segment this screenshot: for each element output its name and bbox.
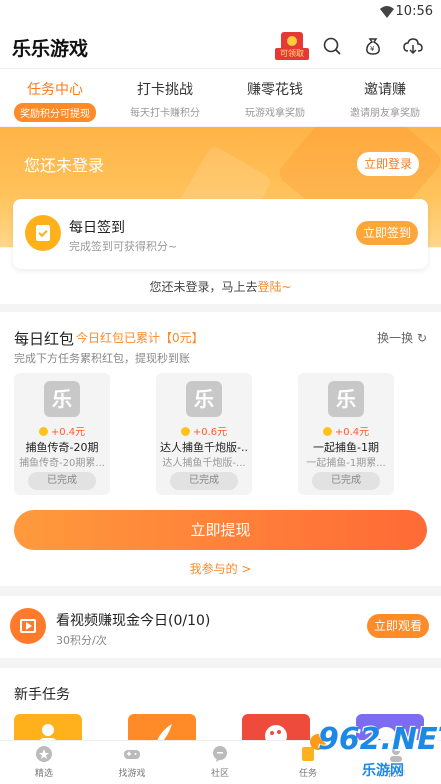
- tab-task-center[interactable]: 任务中心 奖励积分可提现: [0, 79, 110, 122]
- tab-sub-label: 邀请朋友拿奖励: [350, 108, 420, 119]
- section-title: 每日红包: [14, 330, 75, 348]
- coin-icon: [322, 427, 332, 436]
- nav-item-featured[interactable]: 精选: [0, 745, 88, 779]
- reward-label: +0.4元: [334, 427, 370, 438]
- app-bar: 乐乐游戏 可领取 ¥: [0, 24, 441, 68]
- game-task-card[interactable]: 乐 +0.6元 达人捕鱼千炮版-... 达人捕鱼千炮版-... 已完成: [156, 373, 252, 495]
- signin-title: 每日签到: [69, 220, 125, 236]
- refresh-icon: ↻: [416, 331, 427, 345]
- tab-sub-label: 玩游戏拿奖励: [245, 108, 305, 119]
- login-hint-text: 您还未登录，马上去: [149, 280, 258, 294]
- watermark-subtext: 乐游网: [362, 763, 404, 779]
- status-badge: 已完成: [170, 472, 238, 490]
- download-button[interactable]: [399, 32, 427, 60]
- game-subtitle: 一起捕鱼-1期累...: [306, 458, 386, 469]
- video-task-row: 看视频赚现金今日(0/10) 30积分/次 立即观看: [0, 596, 441, 658]
- tab-label: 任务中心: [27, 82, 83, 98]
- redpack-tag: 可领取: [275, 48, 309, 60]
- game-subtitle: 捕鱼传奇-20期累...: [19, 458, 105, 469]
- status-time: 10:56: [395, 4, 433, 19]
- nav-item-find-games[interactable]: 找游戏: [88, 745, 176, 779]
- signin-subtitle: 完成签到可获得积分~: [69, 240, 178, 253]
- reward-amount: +0.4元: [14, 423, 110, 438]
- redpack-button[interactable]: 可领取: [275, 30, 309, 62]
- watermark-text: 962.NET: [318, 722, 441, 757]
- not-logged-in-text: 您还未登录: [24, 156, 105, 175]
- game-logo-icon: 乐: [328, 381, 364, 417]
- daily-signin-card: 每日签到 完成签到可获得积分~ 立即签到: [13, 199, 428, 269]
- refresh-label: 换一换: [377, 331, 414, 345]
- reward-label: +0.4元: [50, 427, 86, 438]
- task-tabs: 任务中心 奖励积分可提现 打卡挑战 每天打卡赚积分 赚零花钱 玩游戏拿奖励 邀请…: [0, 68, 441, 126]
- my-participation-link[interactable]: 我参与的 >: [0, 560, 441, 577]
- daily-redpack-section: 每日红包 今日红包已累计【0元】 换一换 ↻ 完成下方任务累积红包，提现秒到账 …: [0, 312, 441, 586]
- tab-invite[interactable]: 邀请赚 邀请朋友拿奖励: [330, 79, 440, 119]
- search-icon: [323, 37, 341, 55]
- game-logo-icon: 乐: [186, 381, 222, 417]
- status-badge: 已完成: [28, 472, 96, 490]
- login-hint: 您还未登录，马上去登陆~: [0, 278, 441, 295]
- game-logo-icon: 乐: [44, 381, 80, 417]
- money-bag-icon: ¥: [366, 38, 380, 55]
- status-badge: 已完成: [312, 472, 380, 490]
- tab-pocket-money[interactable]: 赚零花钱 玩游戏拿奖励: [220, 79, 330, 119]
- section-title: 新手任务: [14, 687, 70, 703]
- chat-bubble-icon: [213, 746, 227, 762]
- nav-item-community[interactable]: 社区: [176, 745, 264, 779]
- login-link[interactable]: 登陆~: [257, 280, 291, 294]
- game-subtitle: 达人捕鱼千炮版-...: [162, 458, 246, 469]
- tab-sub-label: 奖励积分可提现: [14, 103, 96, 122]
- site-watermark: 962.NET 乐游网: [304, 720, 441, 782]
- nav-label: 社区: [210, 769, 229, 779]
- gamepad-icon: [124, 750, 140, 759]
- nav-label: 找游戏: [118, 769, 146, 779]
- cloud-download-icon: [403, 38, 423, 55]
- game-name: 达人捕鱼千炮版-...: [160, 441, 248, 454]
- money-bag-button[interactable]: ¥: [359, 32, 387, 60]
- game-name: 捕鱼传奇-20期: [25, 441, 99, 454]
- section-description: 完成下方任务累积红包，提现秒到账: [14, 352, 190, 365]
- tab-label: 打卡挑战: [137, 82, 193, 98]
- coin-icon: [38, 427, 48, 436]
- video-task-subtitle: 30积分/次: [56, 634, 107, 647]
- watch-now-button[interactable]: 立即观看: [367, 614, 429, 638]
- tab-sub-label: 每天打卡赚积分: [130, 108, 200, 119]
- app-title: 乐乐游戏: [12, 38, 89, 60]
- video-task-title: 看视频赚现金今日(0/10): [56, 613, 211, 629]
- star-badge-icon: [36, 746, 52, 762]
- redpack-total: 今日红包已累计【0元】: [76, 331, 204, 345]
- status-bar: 10:56: [0, 0, 441, 24]
- reward-label: +0.6元: [192, 427, 228, 438]
- coin-icon: [180, 427, 190, 436]
- nav-label: 精选: [34, 769, 53, 779]
- game-name: 一起捕鱼-1期: [313, 441, 379, 454]
- reward-amount: +0.4元: [298, 423, 394, 438]
- svg-text:¥: ¥: [370, 45, 375, 53]
- search-button[interactable]: [318, 32, 346, 60]
- withdraw-button[interactable]: 立即提现: [14, 510, 427, 550]
- login-button[interactable]: 立即登录: [357, 152, 419, 176]
- tab-checkin-challenge[interactable]: 打卡挑战 每天打卡赚积分: [110, 79, 220, 119]
- game-task-card[interactable]: 乐 +0.4元 捕鱼传奇-20期 捕鱼传奇-20期累... 已完成: [14, 373, 110, 495]
- signin-button[interactable]: 立即签到: [356, 221, 418, 245]
- tab-label: 邀请赚: [364, 82, 406, 98]
- coin-icon: [287, 36, 297, 46]
- game-task-card[interactable]: 乐 +0.4元 一起捕鱼-1期 一起捕鱼-1期累... 已完成: [298, 373, 394, 495]
- tab-label: 赚零花钱: [247, 82, 303, 98]
- refresh-button[interactable]: 换一换 ↻: [377, 329, 427, 346]
- video-icon: [10, 608, 46, 644]
- calendar-icon: [25, 215, 61, 251]
- reward-amount: +0.6元: [156, 423, 252, 438]
- wifi-icon: [380, 6, 394, 18]
